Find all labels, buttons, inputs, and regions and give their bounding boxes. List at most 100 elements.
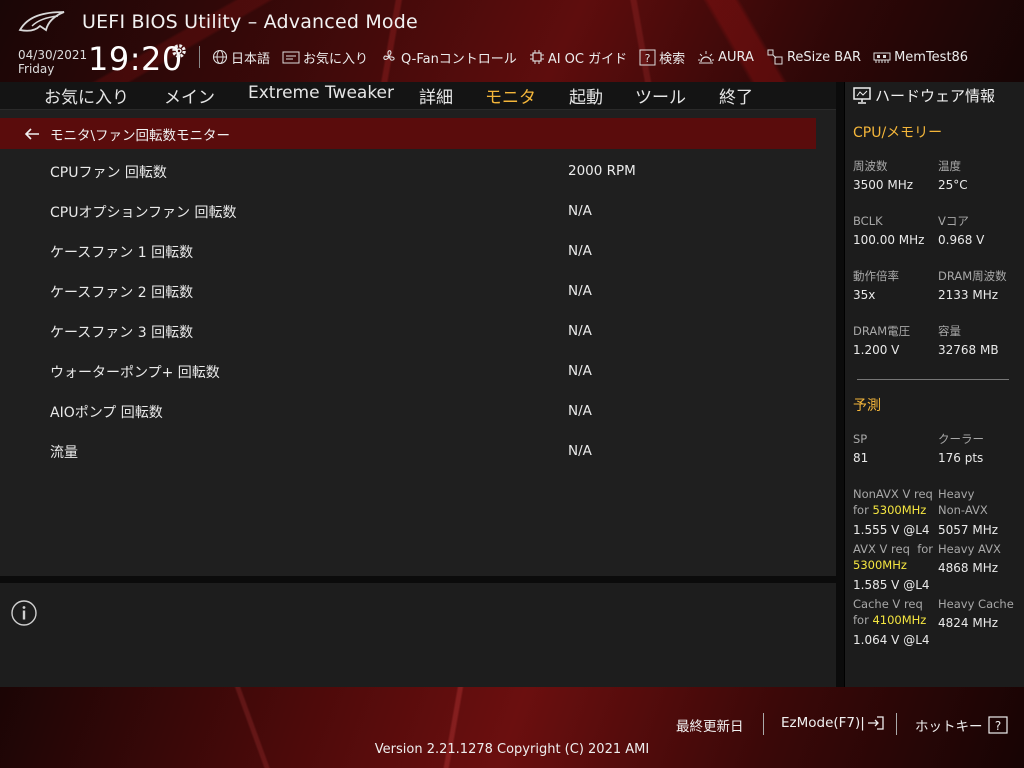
rog-logo-icon [18, 11, 65, 32]
avx-vreq-label-line1: AVX V req for [853, 541, 933, 557]
sp-value: 81 [853, 451, 869, 465]
cpu-freq-label: 周波数 [853, 159, 888, 173]
search-help-icon: ? [639, 49, 656, 65]
capacity-label: 容量 [938, 324, 961, 338]
heavy-cache-label: Heavy Cache [938, 597, 1014, 611]
breadcrumb: モニタ\ファン回転数モニター [0, 118, 816, 149]
item-label: ウォーターポンプ+ 回転数 [50, 365, 220, 381]
hotkeys-label: ホットキー [915, 719, 983, 735]
item-label: AIOポンプ 回転数 [50, 405, 163, 421]
list-item[interactable]: ウォーターポンプ+ 回転数 N/A [0, 352, 836, 392]
heavy-cache-value: 4824 MHz [938, 616, 999, 630]
aura-icon [698, 51, 715, 64]
aura-button[interactable]: AURA [697, 49, 754, 65]
avx-vreq-value: 1.585 V @L4 [853, 578, 930, 592]
list-item[interactable]: ケースファン 2 回転数 N/A [0, 272, 836, 312]
list-item[interactable]: AIOポンプ 回転数 N/A [0, 392, 836, 432]
prediction-section-title: 予測 [853, 398, 881, 414]
svg-text:?: ? [994, 719, 1000, 733]
hardware-monitor-title-text: ハードウェア情報 [875, 87, 996, 105]
avx-vreq-label: AVX V req for 5300MHz [853, 541, 933, 573]
heavy-nonavx-label: Heavy Non-AVX [938, 486, 988, 518]
bclk-label: BCLK [853, 214, 883, 228]
tab-boot[interactable]: 起動 [569, 83, 603, 108]
globe-icon [212, 49, 228, 65]
item-value: N/A [568, 283, 592, 299]
tab-main[interactable]: メイン [164, 83, 215, 108]
ratio-label: 動作倍率 [853, 269, 899, 283]
hotkeys-button[interactable]: ホットキー ? [915, 715, 1008, 735]
cache-vreq-label-line2: for 4100MHz [853, 612, 926, 628]
tab-extreme-tweaker[interactable]: Extreme Tweaker [248, 83, 394, 103]
item-value: N/A [568, 203, 592, 219]
favorites-icon [282, 51, 300, 63]
bclk-value: 100.00 MHz [853, 233, 925, 247]
fan-icon [383, 50, 395, 61]
hardware-monitor-title: ハードウェア情報 [853, 85, 995, 106]
breadcrumb-text: モニタ\ファン回転数モニター [50, 127, 231, 144]
item-label: 流量 [50, 445, 78, 461]
list-item[interactable]: CPUオプションファン 回転数 N/A [0, 192, 836, 232]
list-item[interactable]: 流量 N/A [0, 432, 836, 472]
ezmode-button[interactable]: EzMode(F7)| [781, 715, 885, 731]
top-header: UEFI BIOS Utility – Advanced Mode 04/30/… [0, 0, 1024, 82]
footer-divider [763, 713, 764, 735]
cache-vreq-label-line1: Cache V req [853, 597, 923, 611]
avx-vreq-text: AVX V req [853, 542, 910, 556]
item-label: CPUファン 回転数 [50, 165, 167, 181]
tab-tool[interactable]: ツール [635, 83, 686, 108]
cpu-temp-value: 25°C [938, 178, 968, 192]
nonavx-vreq-label-line1: NonAVX V req [853, 487, 933, 501]
favorites-button[interactable]: お気に入り [282, 48, 368, 67]
help-question-icon: ? [987, 716, 1008, 734]
cache-vreq-value: 1.064 V @L4 [853, 633, 930, 647]
favorites-label: お気に入り [303, 51, 369, 67]
resize-bar-label: ReSize BAR [786, 49, 862, 65]
resize-bar-icon [767, 49, 783, 65]
tab-monitor[interactable]: モニタ [485, 83, 536, 112]
footer: 最終更新日 EzMode(F7)| ホットキー ? Version 2.21.1… [0, 687, 1024, 768]
gear-icon[interactable] [170, 42, 188, 60]
toolbar-divider [199, 46, 200, 68]
main-tabs: お気に入り メイン Extreme Tweaker 詳細 モニタ 起動 ツール … [0, 82, 836, 112]
dram-freq-value: 2133 MHz [938, 288, 999, 302]
date-display: 04/30/2021 Friday [18, 48, 87, 76]
heavy-nonavx-value: 5057 MHz [938, 523, 999, 537]
ratio-value: 35x [853, 288, 876, 302]
item-label: ケースファン 2 回転数 [50, 285, 194, 301]
tab-advanced[interactable]: 詳細 [419, 83, 453, 108]
search-button[interactable]: ? 検索 [639, 48, 685, 67]
svg-text:?: ? [645, 52, 651, 65]
version-text: Version 2.21.1278 Copyright (C) 2021 AMI [374, 742, 650, 757]
cooler-label: クーラー [938, 432, 984, 446]
heavy-nonavx-label-line1: Heavy [938, 487, 975, 501]
cooler-value: 176 pts [938, 451, 984, 465]
item-label: ケースファン 1 回転数 [50, 245, 194, 261]
list-item[interactable]: ケースファン 1 回転数 N/A [0, 232, 836, 272]
last-modified-button[interactable]: 最終更新日 [676, 715, 744, 735]
back-arrow-icon[interactable] [24, 127, 40, 141]
nonavx-vreq-value: 1.555 V @L4 [853, 523, 930, 537]
item-value: N/A [568, 363, 592, 379]
memtest-label: MemTest86 [894, 49, 969, 65]
language-button[interactable]: 日本語 [212, 48, 270, 67]
resize-bar-button[interactable]: ReSize BAR [766, 48, 861, 66]
item-label: CPUオプションファン 回転数 [50, 205, 237, 221]
day-text: Friday [18, 62, 55, 76]
tab-favorites[interactable]: お気に入り [44, 83, 129, 108]
ai-oc-guide-button[interactable]: AI OC ガイド [529, 48, 627, 67]
clock[interactable]: 19:20 [88, 40, 183, 78]
nonavx-for-text: for [853, 503, 869, 517]
heavy-avx-value: 4868 MHz [938, 561, 999, 575]
sp-label: SP [853, 432, 868, 446]
qfan-control-label: Q-Fanコントロール [401, 51, 517, 67]
tab-exit[interactable]: 終了 [719, 83, 753, 108]
memtest-button[interactable]: MemTest86 [873, 50, 968, 65]
header-toolbar: 日本語 お気に入り Q-Fanコントロール AI OC ガイド ? 検索 AUR… [199, 46, 968, 68]
vcore-label: Vコア [938, 214, 969, 228]
list-item[interactable]: ケースファン 3 回転数 N/A [0, 312, 836, 352]
app-title: UEFI BIOS Utility – Advanced Mode [82, 11, 418, 33]
list-item[interactable]: CPUファン 回転数 2000 RPM [0, 152, 836, 192]
avx-target-freq: 5300MHz [853, 558, 907, 572]
qfan-control-button[interactable]: Q-Fanコントロール [380, 48, 517, 67]
